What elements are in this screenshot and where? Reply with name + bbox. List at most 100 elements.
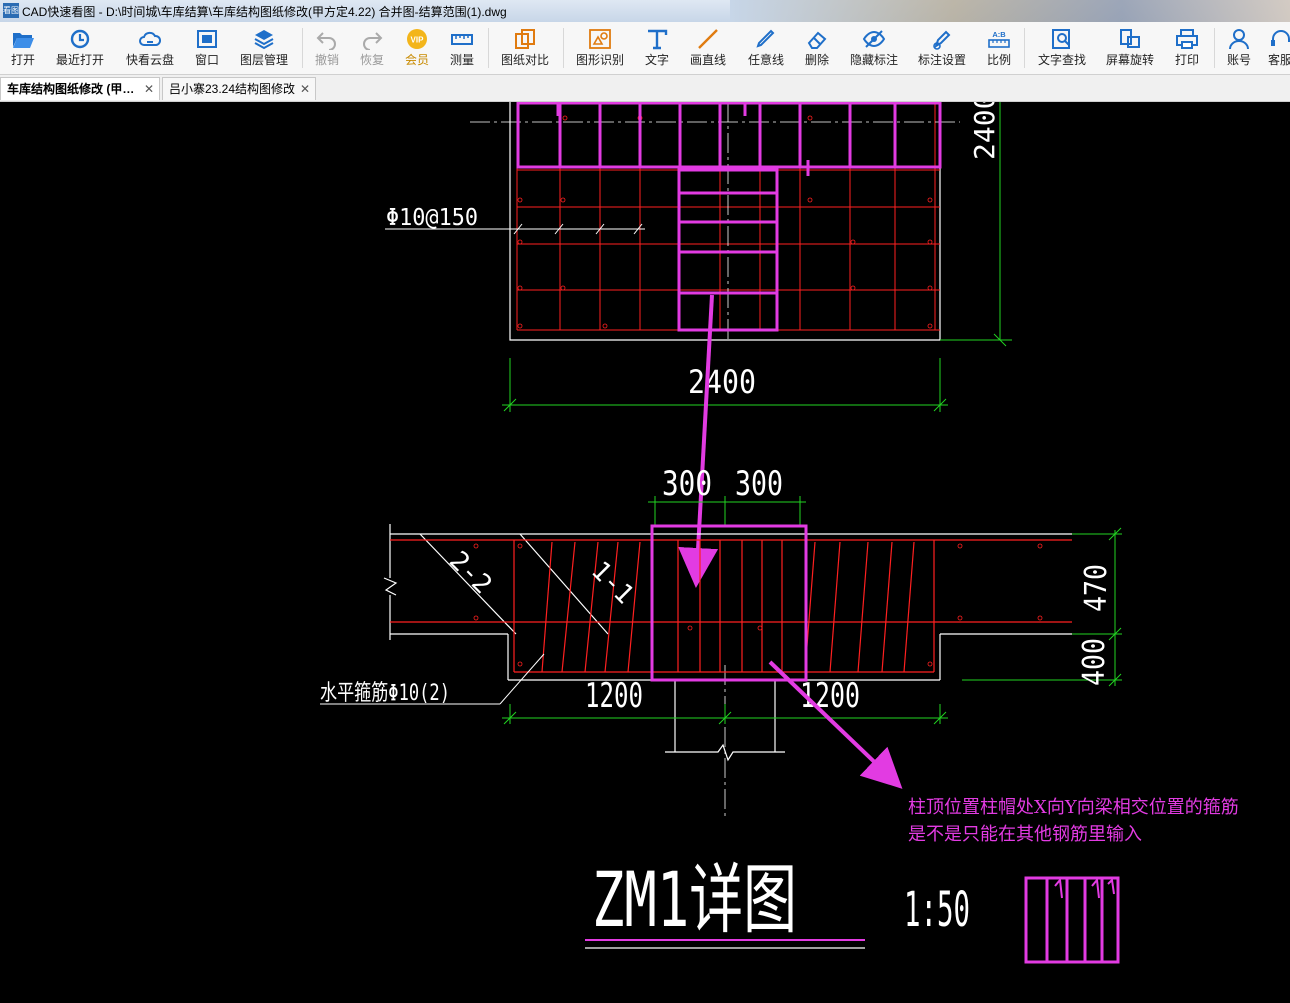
dim-400: 400 bbox=[1077, 638, 1112, 686]
window-icon bbox=[197, 30, 217, 48]
print-label: 打印 bbox=[1174, 53, 1199, 67]
toolbar-divider bbox=[302, 28, 303, 68]
vip-label: 会员 bbox=[404, 53, 429, 67]
delete-label: 删除 bbox=[804, 53, 829, 67]
hide-annotation-label: 隐藏标注 bbox=[849, 53, 898, 67]
close-icon[interactable]: ✕ bbox=[144, 78, 154, 100]
cloud-label: 快看云盘 bbox=[125, 53, 174, 67]
text-button[interactable]: 文字 bbox=[640, 22, 674, 74]
layers-icon bbox=[254, 30, 274, 50]
user-icon bbox=[1229, 29, 1249, 50]
folder-open-icon bbox=[13, 33, 34, 48]
recent-button[interactable]: 最近打开 bbox=[52, 22, 108, 74]
compare-icon bbox=[515, 29, 535, 49]
eye-off-icon bbox=[862, 30, 886, 48]
freeline-button[interactable]: 任意线 bbox=[744, 22, 788, 74]
compare-button[interactable]: 图纸对比 bbox=[497, 22, 553, 74]
printer-icon bbox=[1176, 29, 1198, 49]
svg-text:A:B: A:B bbox=[992, 30, 1006, 39]
line-icon bbox=[698, 29, 718, 49]
compare-label: 图纸对比 bbox=[500, 53, 549, 67]
scale-button[interactable]: A:B 比例 bbox=[984, 22, 1014, 74]
tab-label: 车库结构图纸修改 (甲… bbox=[7, 82, 135, 96]
window-title: CAD快速看图 - D:\时间城\车库结算\车库结构图纸修改(甲方定4.22) … bbox=[22, 5, 507, 19]
rebar-label: Φ10@150 bbox=[386, 205, 478, 231]
open-button[interactable]: 打开 bbox=[4, 22, 42, 74]
desktop-background bbox=[730, 0, 1290, 22]
toolbar-divider bbox=[488, 28, 489, 68]
undo-icon bbox=[316, 32, 336, 50]
cloud-icon bbox=[139, 31, 162, 46]
recognize-label: 图形识别 bbox=[575, 53, 624, 67]
toolbar-divider bbox=[563, 28, 564, 68]
toolbar-divider bbox=[1214, 28, 1215, 68]
layers-button[interactable]: 图层管理 bbox=[236, 22, 292, 74]
text-label: 文字 bbox=[644, 53, 669, 67]
tab-drawing-2[interactable]: 吕小寨23.24结构图修改 ✕ bbox=[162, 77, 316, 100]
svg-text:VIP: VIP bbox=[411, 36, 425, 45]
line-button[interactable]: 画直线 bbox=[686, 22, 730, 74]
hide-annotation-button[interactable]: 隐藏标注 bbox=[846, 22, 902, 74]
headset-icon bbox=[1271, 30, 1290, 46]
pen-icon bbox=[756, 29, 775, 48]
undo-button[interactable]: 撤销 bbox=[310, 22, 344, 74]
line-label: 画直线 bbox=[689, 53, 726, 67]
shape-recognize-icon bbox=[589, 29, 611, 49]
rotate-screen-icon bbox=[1120, 29, 1140, 48]
annotation-note-line-2: 是不是只能在其他钢筋里输入 bbox=[908, 824, 1142, 845]
layers-label: 图层管理 bbox=[239, 53, 288, 67]
recognize-button[interactable]: 图形识别 bbox=[572, 22, 628, 74]
window-button[interactable]: 窗口 bbox=[190, 22, 224, 74]
dim-1200-right: 1200 bbox=[800, 676, 860, 716]
app-icon: 看图 bbox=[3, 3, 19, 18]
annotation-settings-label: 标注设置 bbox=[917, 53, 966, 67]
window-label: 窗口 bbox=[194, 53, 219, 67]
text-search-label: 文字查找 bbox=[1037, 53, 1086, 67]
tab-label: 吕小寨23.24结构图修改 bbox=[169, 82, 296, 96]
vip-icon: VIP bbox=[407, 29, 427, 49]
dim-300-right: 300 bbox=[735, 464, 783, 504]
account-label: 账号 bbox=[1226, 53, 1251, 67]
rotate-screen-label: 屏幕旋转 bbox=[1105, 53, 1154, 67]
text-search-button[interactable]: 文字查找 bbox=[1034, 22, 1090, 74]
redo-label: 恢复 bbox=[359, 53, 384, 67]
measure-label: 测量 bbox=[449, 53, 474, 67]
annotation-settings-button[interactable]: 标注设置 bbox=[914, 22, 970, 74]
freeline-label: 任意线 bbox=[747, 53, 784, 67]
dim-470: 470 bbox=[1079, 564, 1114, 612]
history-icon bbox=[70, 29, 90, 49]
dim-300-left: 300 bbox=[662, 464, 712, 504]
dim-top-horizontal: 2400 bbox=[688, 363, 756, 401]
print-button[interactable]: 打印 bbox=[1170, 22, 1204, 74]
ruler-icon bbox=[451, 34, 473, 45]
scale-icon: A:B bbox=[988, 30, 1010, 48]
rotate-screen-button[interactable]: 屏幕旋转 bbox=[1102, 22, 1158, 74]
settings-pen-icon bbox=[933, 30, 951, 50]
vip-button[interactable]: VIP 会员 bbox=[400, 22, 434, 74]
account-button[interactable]: 账号 bbox=[1222, 22, 1256, 74]
scale-text: 1:50 bbox=[904, 882, 970, 938]
tab-drawing-1[interactable]: 车库结构图纸修改 (甲… ✕ bbox=[0, 77, 160, 100]
delete-button[interactable]: 删除 bbox=[800, 22, 834, 74]
main-toolbar: 打开 最近打开 快看云盘 窗口 图层管理 撤销 恢复 VIP 会员 测量 图纸对… bbox=[0, 22, 1290, 75]
undo-label: 撤销 bbox=[314, 53, 339, 67]
eraser-icon bbox=[807, 31, 827, 49]
support-label: 客服 bbox=[1268, 53, 1290, 67]
text-icon bbox=[648, 29, 668, 50]
support-button[interactable]: 客服 bbox=[1266, 22, 1290, 74]
horizontal-stirrup-label: 水平箍筋Φ10(2) bbox=[320, 681, 450, 706]
drawing-canvas[interactable]: Φ10@150 2400 2400 300 300 2-2 1-1 470 40… bbox=[0, 93, 1290, 999]
recent-label: 最近打开 bbox=[55, 53, 104, 67]
title-bar: 看图 CAD快速看图 - D:\时间城\车库结算\车库结构图纸修改(甲方定4.2… bbox=[0, 0, 1290, 23]
scale-label: 比例 bbox=[986, 53, 1011, 67]
toolbar-divider bbox=[1024, 28, 1025, 68]
cad-drawing: Φ10@150 2400 2400 300 300 2-2 1-1 470 40… bbox=[0, 93, 1290, 999]
redo-button[interactable]: 恢复 bbox=[355, 22, 389, 74]
open-label: 打开 bbox=[10, 53, 35, 67]
cloud-button[interactable]: 快看云盘 bbox=[120, 22, 180, 74]
close-icon[interactable]: ✕ bbox=[300, 78, 310, 100]
search-document-icon bbox=[1052, 29, 1070, 49]
document-tab-bar: 车库结构图纸修改 (甲… ✕ 吕小寨23.24结构图修改 ✕ bbox=[0, 75, 1290, 102]
dim-1200-left: 1200 bbox=[585, 676, 643, 716]
measure-button[interactable]: 测量 bbox=[445, 22, 479, 74]
